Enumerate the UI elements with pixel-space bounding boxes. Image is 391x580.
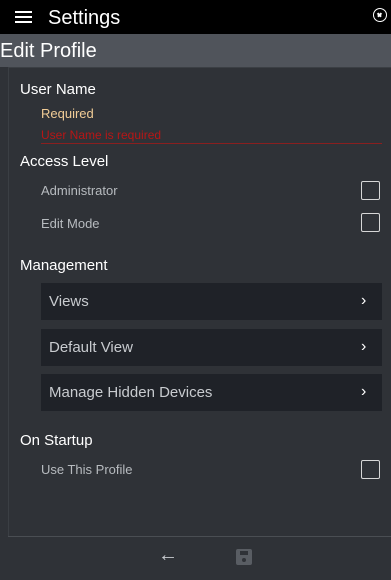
use-this-profile-checkbox[interactable]: [361, 460, 380, 479]
user-name-input-placeholder[interactable]: Required: [41, 106, 94, 121]
top-bar: Settings: [0, 0, 391, 34]
page-title: Edit Profile: [0, 40, 97, 62]
menu-icon-line: [15, 21, 32, 23]
user-name-underline: [41, 143, 382, 144]
administrator-label: Administrator: [41, 183, 118, 198]
views-label: Views: [49, 293, 89, 310]
views-menu-item[interactable]: Views ›: [41, 283, 382, 320]
default-view-menu-item[interactable]: Default View ›: [41, 329, 382, 366]
on-startup-section-label: On Startup: [20, 432, 93, 449]
app-title: Settings: [48, 7, 121, 29]
use-this-profile-label: Use This Profile: [41, 462, 133, 477]
close-icon[interactable]: [373, 8, 387, 22]
management-section-label: Management: [20, 257, 108, 274]
menu-icon-line: [15, 11, 32, 13]
manage-hidden-devices-menu-item[interactable]: Manage Hidden Devices ›: [41, 374, 382, 411]
user-name-section-label: User Name: [20, 81, 96, 98]
chevron-right-icon: ›: [361, 292, 367, 309]
chevron-right-icon: ›: [361, 338, 367, 355]
chevron-right-icon: ›: [361, 383, 367, 400]
default-view-label: Default View: [49, 339, 133, 356]
back-button[interactable]: ←: [158, 545, 178, 565]
edit-mode-checkbox[interactable]: [361, 213, 380, 232]
user-name-error-message: User Name is required: [41, 128, 162, 142]
access-level-section-label: Access Level: [20, 153, 109, 170]
save-icon[interactable]: [236, 549, 252, 565]
edit-mode-label: Edit Mode: [41, 216, 100, 231]
menu-icon[interactable]: [15, 11, 32, 23]
manage-hidden-devices-label: Manage Hidden Devices: [49, 384, 213, 401]
bottom-toolbar: ←: [8, 536, 391, 580]
administrator-checkbox[interactable]: [361, 181, 380, 200]
page-header: Edit Profile: [0, 34, 391, 67]
menu-icon-line: [15, 16, 32, 18]
